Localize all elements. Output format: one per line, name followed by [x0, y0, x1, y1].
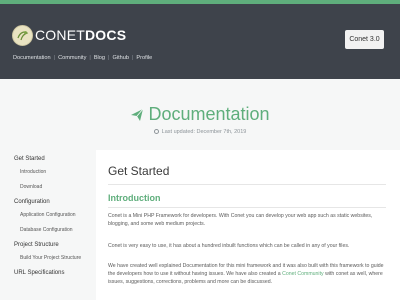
sidebar: Get Started Introduction Download Config…: [14, 156, 96, 283]
sidebar-item-download[interactable]: Download: [20, 184, 96, 190]
sidebar-item-introduction[interactable]: Introduction: [20, 169, 96, 175]
page-title-text: Documentation: [148, 104, 270, 124]
nav-separator: |: [108, 55, 110, 61]
nav-separator: |: [131, 55, 134, 61]
nav-documentation[interactable]: Documentation: [13, 55, 51, 61]
divider: [108, 207, 386, 208]
conet-logo-icon[interactable]: [12, 25, 33, 46]
sidebar-item-build-project-structure[interactable]: Build Your Project Structure: [20, 255, 96, 261]
last-updated-text: Last updated: December 7th, 2019: [161, 129, 247, 135]
divider: [108, 184, 386, 185]
main-content-card: Get Started Introduction Conet is a Mini…: [96, 150, 400, 300]
sidebar-section-project-structure[interactable]: Project Structure: [14, 242, 96, 248]
nav-blog[interactable]: Blog: [94, 55, 105, 61]
paragraph-intro: Conet is a Mini PHP Framework for develo…: [108, 213, 373, 227]
sidebar-section-get-started[interactable]: Get Started: [14, 156, 96, 162]
sidebar-item-database-configuration[interactable]: Database Configuration: [20, 227, 96, 233]
clock-icon: [153, 129, 159, 134]
nav-separator: |: [53, 55, 56, 61]
content-title: Get Started: [108, 164, 170, 178]
nav-profile[interactable]: Profile: [136, 55, 152, 61]
sidebar-section-configuration[interactable]: Configuration: [14, 199, 96, 205]
nav-separator: |: [89, 55, 91, 61]
brand-bold: DOCS: [85, 27, 127, 43]
site-header: CONETDOCS Documentation | Community | Blog | G…: [0, 4, 400, 79]
sidebar-section-url-specifications[interactable]: URL Specifications: [14, 270, 96, 276]
nav-github[interactable]: Github: [112, 55, 128, 61]
section-title: Introduction: [108, 193, 161, 203]
version-button[interactable]: Conet 3.0: [345, 30, 384, 49]
paragraph-usage: Conet is very easy to use, it has about …: [108, 243, 350, 249]
brand-name[interactable]: CONETDOCS: [35, 27, 126, 43]
nav-community[interactable]: Community: [58, 55, 86, 61]
conet-community-link[interactable]: Conet Community: [282, 271, 324, 277]
last-updated: Last updated: December 7th, 2019: [0, 129, 400, 135]
sidebar-item-application-configuration[interactable]: Application Configuration: [20, 212, 96, 218]
brand-light: CONET: [35, 27, 85, 43]
paper-plane-icon: [130, 106, 144, 126]
main-nav: Documentation | Community | Blog | Github | Prof…: [13, 55, 152, 61]
paragraph-documentation: We have created well explained Documenta…: [108, 263, 388, 286]
page-title: Documentation: [0, 104, 400, 126]
